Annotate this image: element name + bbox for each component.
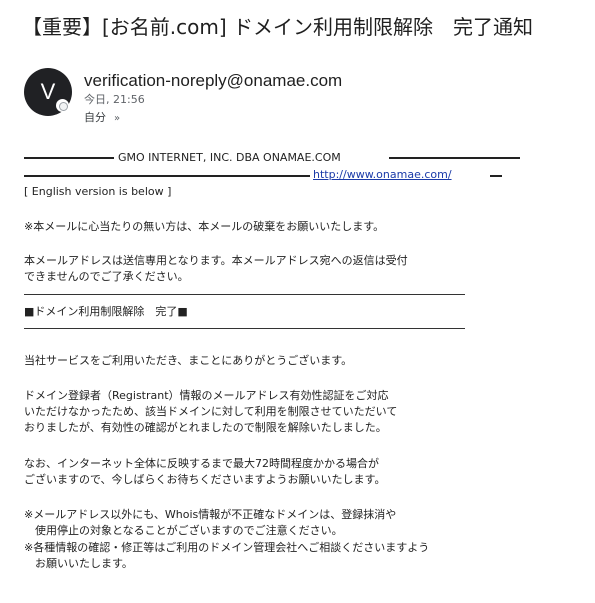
paragraph1-line-3: おりましたが、有効性の確認がとれましたので制限を解除いたしました。 <box>24 421 387 434</box>
note2-line-1: ※各種情報の確認・修正等はご利用のドメイン管理会社へご相談くださいますよう <box>24 541 430 554</box>
banner-rule-right <box>389 157 520 159</box>
section-rule-top <box>24 294 465 295</box>
section-rule-bottom <box>24 328 465 329</box>
send-only-line-2: できませんのでご了承ください。 <box>24 270 189 283</box>
sender-email[interactable]: verification-noreply@onamae.com <box>84 70 342 92</box>
paragraph1-line-1: ドメイン登録者（Registrant）情報のメールアドレス有効性認証をご対応 <box>24 389 389 402</box>
url-rule-right <box>490 175 502 177</box>
onamae-link[interactable]: http://www.onamae.com/ <box>313 168 452 181</box>
chevron-down-icon[interactable]: » <box>114 112 120 126</box>
company-banner-text: GMO INTERNET, INC. DBA ONAMAE.COM <box>118 151 341 164</box>
presence-status-icon <box>56 99 69 112</box>
english-version-note: [ English version is below ] <box>24 185 172 198</box>
send-only-line-1: 本メールアドレスは送信専用となります。本メールアドレス宛への返信は受付 <box>24 254 408 267</box>
note1-line-2: 使用停止の対象となることがございますのでご注意ください。 <box>24 524 343 537</box>
banner-rule-left <box>24 157 114 159</box>
recipient-toggle[interactable]: 自分 » <box>84 111 120 126</box>
note1-line-1: ※メールアドレス以外にも、Whois情報が不正確なドメインは、登録抹消や <box>24 508 397 521</box>
disclaimer-text: ※本メールに心当たりの無い方は、本メールの破棄をお願いいたします。 <box>24 220 385 233</box>
paragraph1-line-2: いただけなかったため、該当ドメインに対して利用を制限させていただいて <box>24 405 398 418</box>
company-banner: GMO INTERNET, INC. DBA ONAMAE.COM <box>118 150 388 166</box>
greeting-text: 当社サービスをご利用いただき、まことにありがとうございます。 <box>24 354 353 367</box>
paragraph2-line-1: なお、インターネット全体に反映するまで最大72時間程度かかる場合が <box>24 457 379 470</box>
url-line: http://www.onamae.com/ <box>313 167 452 183</box>
note2-line-2: お願いいたします。 <box>24 557 133 570</box>
section-title: ■ドメイン利用制限解除 完了■ <box>24 305 188 318</box>
url-rule-left <box>24 175 310 177</box>
sent-time: 今日, 21:56 <box>84 93 145 106</box>
recipient-label: 自分 <box>84 111 106 124</box>
email-subject: 【重要】[お名前.com] ドメイン利用制限解除 完了通知 <box>22 15 534 39</box>
paragraph2-line-2: ございますので、今しばらくお待ちくださいますようお願いいたします。 <box>24 473 386 486</box>
